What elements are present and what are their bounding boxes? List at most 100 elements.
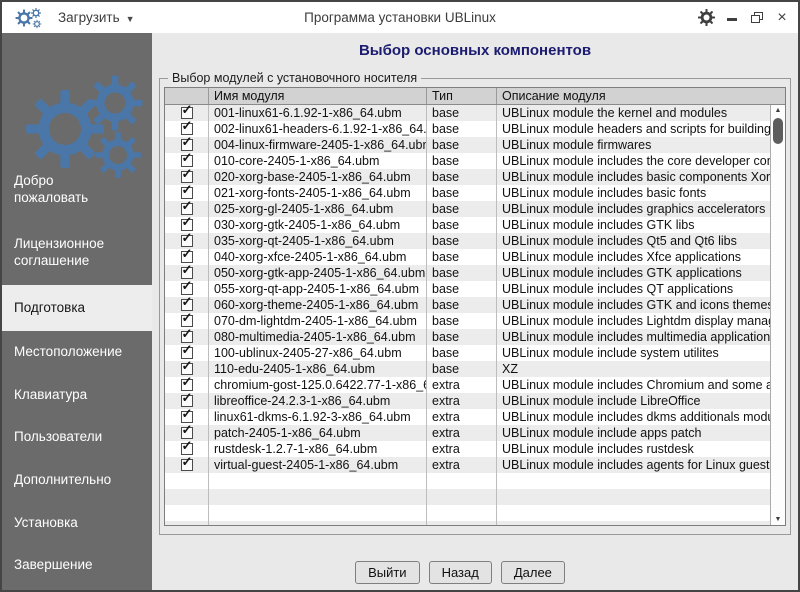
table-cell: linux61-dkms-6.1.92-3-x86_64.ubm xyxy=(209,409,427,425)
row-checkbox[interactable]: ✓ xyxy=(181,331,193,343)
empty-table-row xyxy=(165,521,770,525)
sidebar-item[interactable]: Добро пожаловать xyxy=(2,173,152,207)
row-checkbox[interactable]: ✓ xyxy=(181,299,193,311)
row-checkbox[interactable]: ✓ xyxy=(181,347,193,359)
row-checkbox[interactable]: ✓ xyxy=(181,267,193,279)
table-row[interactable]: ✓110-edu-2405-1-x86_64.ubmbaseXZ xyxy=(165,361,770,377)
settings-gear-icon[interactable] xyxy=(698,9,715,26)
scroll-down-icon[interactable]: ▼ xyxy=(771,516,785,523)
check-icon: ✓ xyxy=(182,361,193,374)
table-cell: ✓ xyxy=(165,137,209,153)
table-row[interactable]: ✓070-dm-lightdm-2405-1-x86_64.ubmbaseUBL… xyxy=(165,313,770,329)
sidebar-item[interactable]: Лицензионное соглашение xyxy=(2,236,152,270)
check-icon: ✓ xyxy=(182,409,193,422)
row-checkbox[interactable]: ✓ xyxy=(181,363,193,375)
table-row[interactable]: ✓020-xorg-base-2405-1-x86_64.ubmbaseUBLi… xyxy=(165,169,770,185)
table-cell: ✓ xyxy=(165,249,209,265)
check-icon: ✓ xyxy=(182,105,193,118)
check-icon: ✓ xyxy=(182,457,193,470)
table-row[interactable]: ✓rustdesk-1.2.7-1-x86_64.ubmextraUBLinux… xyxy=(165,441,770,457)
table-row[interactable]: ✓055-xorg-qt-app-2405-1-x86_64.ubmbaseUB… xyxy=(165,281,770,297)
table-row[interactable]: ✓060-xorg-theme-2405-1-x86_64.ubmbaseUBL… xyxy=(165,297,770,313)
table-cell: 100-ublinux-2405-27-x86_64.ubm xyxy=(209,345,427,361)
row-checkbox[interactable]: ✓ xyxy=(181,395,193,407)
row-checkbox[interactable]: ✓ xyxy=(181,283,193,295)
table-row[interactable]: ✓chromium-gost-125.0.6422.77-1-x86_64.ub… xyxy=(165,377,770,393)
table-row[interactable]: ✓patch-2405-1-x86_64.ubmextraUBLinux mod… xyxy=(165,425,770,441)
table-cell xyxy=(497,473,770,489)
table-row[interactable]: ✓010-core-2405-1-x86_64.ubmbaseUBLinux m… xyxy=(165,153,770,169)
table-row[interactable]: ✓004-linux-firmware-2405-1-x86_64.ubmbas… xyxy=(165,137,770,153)
row-checkbox[interactable]: ✓ xyxy=(181,171,193,183)
column-header-description: Описание модуля xyxy=(497,88,785,104)
table-cell: 060-xorg-theme-2405-1-x86_64.ubm xyxy=(209,297,427,313)
table-cell xyxy=(497,521,770,525)
sidebar-item[interactable]: Подготовка xyxy=(2,285,152,331)
table-cell: virtual-guest-2405-1-x86_64.ubm xyxy=(209,457,427,473)
table-cell: UBLinux module headers and scripts for b… xyxy=(497,121,770,137)
table-cell: base xyxy=(427,297,497,313)
row-checkbox[interactable]: ✓ xyxy=(181,139,193,151)
exit-button[interactable]: Выйти xyxy=(355,561,420,584)
sidebar-item[interactable]: Установка xyxy=(2,515,152,532)
table-cell: 002-linux61-headers-6.1.92-1-x86_64.ubm xyxy=(209,121,427,137)
sidebar-item[interactable]: Дополнительно xyxy=(2,472,152,489)
table-cell: ✓ xyxy=(165,105,209,121)
sidebar-item[interactable]: Клавиатура xyxy=(2,387,152,404)
table-row[interactable]: ✓linux61-dkms-6.1.92-3-x86_64.ubmextraUB… xyxy=(165,409,770,425)
row-checkbox[interactable]: ✓ xyxy=(181,219,193,231)
table-row[interactable]: ✓001-linux61-6.1.92-1-x86_64.ubmbaseUBLi… xyxy=(165,105,770,121)
row-checkbox[interactable]: ✓ xyxy=(181,235,193,247)
table-cell: 055-xorg-qt-app-2405-1-x86_64.ubm xyxy=(209,281,427,297)
row-checkbox[interactable]: ✓ xyxy=(181,459,193,471)
row-checkbox[interactable]: ✓ xyxy=(181,123,193,135)
row-checkbox[interactable]: ✓ xyxy=(181,379,193,391)
row-checkbox[interactable]: ✓ xyxy=(181,427,193,439)
close-button[interactable]: × xyxy=(774,9,790,27)
vertical-scrollbar[interactable]: ▲ ▼ xyxy=(770,105,785,525)
table-cell xyxy=(209,473,427,489)
empty-table-row xyxy=(165,505,770,521)
scroll-up-icon[interactable]: ▲ xyxy=(771,107,785,114)
table-cell: 040-xorg-xfce-2405-1-x86_64.ubm xyxy=(209,249,427,265)
table-row[interactable]: ✓030-xorg-gtk-2405-1-x86_64.ubmbaseUBLin… xyxy=(165,217,770,233)
table-row[interactable]: ✓080-multimedia-2405-1-x86_64.ubmbaseUBL… xyxy=(165,329,770,345)
table-cell: ✓ xyxy=(165,281,209,297)
table-row[interactable]: ✓040-xorg-xfce-2405-1-x86_64.ubmbaseUBLi… xyxy=(165,249,770,265)
row-checkbox[interactable]: ✓ xyxy=(181,155,193,167)
table-row[interactable]: ✓021-xorg-fonts-2405-1-x86_64.ubmbaseUBL… xyxy=(165,185,770,201)
column-header-checkbox xyxy=(165,88,209,104)
row-checkbox[interactable]: ✓ xyxy=(181,443,193,455)
table-cell xyxy=(427,521,497,525)
scrollbar-thumb[interactable] xyxy=(773,118,783,144)
check-icon: ✓ xyxy=(182,201,193,214)
row-checkbox[interactable]: ✓ xyxy=(181,107,193,119)
sidebar-item[interactable]: Завершение xyxy=(2,557,152,574)
check-icon: ✓ xyxy=(182,217,193,230)
table-cell: UBLinux module includes QT applications xyxy=(497,281,770,297)
minimize-button[interactable] xyxy=(724,9,740,27)
table-row[interactable]: ✓libreoffice-24.2.3-1-x86_64.ubmextraUBL… xyxy=(165,393,770,409)
main-panel: Выбор основных компонентов Выбор модулей… xyxy=(152,33,798,590)
table-row[interactable]: ✓035-xorg-qt-2405-1-x86_64.ubmbaseUBLinu… xyxy=(165,233,770,249)
maximize-button[interactable] xyxy=(749,9,765,27)
row-checkbox[interactable]: ✓ xyxy=(181,411,193,423)
row-checkbox[interactable]: ✓ xyxy=(181,203,193,215)
check-icon: ✓ xyxy=(182,249,193,262)
row-checkbox[interactable]: ✓ xyxy=(181,315,193,327)
table-row[interactable]: ✓ 002-linux61-headers-6.1.92-1-x86_64.ubm… xyxy=(165,121,770,137)
row-checkbox[interactable]: ✓ xyxy=(181,251,193,263)
sidebar-item[interactable]: Местоположение xyxy=(2,344,152,361)
row-checkbox[interactable]: ✓ xyxy=(181,187,193,199)
groupbox-label: Выбор модулей с установочного носителя xyxy=(168,71,421,85)
table-row[interactable]: ✓100-ublinux-2405-27-x86_64.ubmbaseUBLin… xyxy=(165,345,770,361)
table-row[interactable]: ✓050-xorg-gtk-app-2405-1-x86_64.ubmbaseU… xyxy=(165,265,770,281)
table-row[interactable]: ✓virtual-guest-2405-1-x86_64.ubmextraUBL… xyxy=(165,457,770,473)
table-cell: 020-xorg-base-2405-1-x86_64.ubm xyxy=(209,169,427,185)
table-row[interactable]: ✓025-xorg-gl-2405-1-x86_64.ubmbaseUBLinu… xyxy=(165,201,770,217)
sidebar-item[interactable]: Пользователи xyxy=(2,429,152,446)
back-button[interactable]: Назад xyxy=(429,561,492,584)
table-cell: ✓ xyxy=(165,121,209,137)
table-cell: UBLinux module includes Chromium and som… xyxy=(497,377,770,393)
next-button[interactable]: Далее xyxy=(501,561,565,584)
